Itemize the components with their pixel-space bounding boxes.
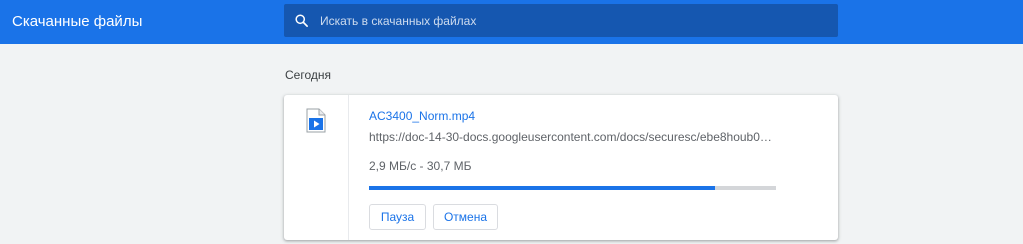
file-name-link[interactable]: AC3400_Norm.mp4 xyxy=(369,109,475,124)
file-icon-column xyxy=(284,95,349,240)
cancel-button[interactable]: Отмена xyxy=(433,204,498,230)
search-icon[interactable] xyxy=(294,13,309,28)
toolbar: Скачанные файлы xyxy=(0,0,1023,44)
pause-button[interactable]: Пауза xyxy=(369,204,426,230)
progress-bar xyxy=(369,186,776,190)
search-input[interactable] xyxy=(320,4,830,37)
page-title: Скачанные файлы xyxy=(12,13,143,30)
file-url: https://doc-14-30-docs.googleusercontent… xyxy=(369,130,774,144)
progress-bar-fill xyxy=(369,186,715,190)
search-box[interactable] xyxy=(284,4,838,37)
download-card: AC3400_Norm.mp4 https://doc-14-30-docs.g… xyxy=(284,95,838,240)
video-file-icon xyxy=(306,108,326,133)
download-status: 2,9 МБ/с - 30,7 МБ xyxy=(369,159,472,173)
section-date-header: Сегодня xyxy=(285,68,331,82)
